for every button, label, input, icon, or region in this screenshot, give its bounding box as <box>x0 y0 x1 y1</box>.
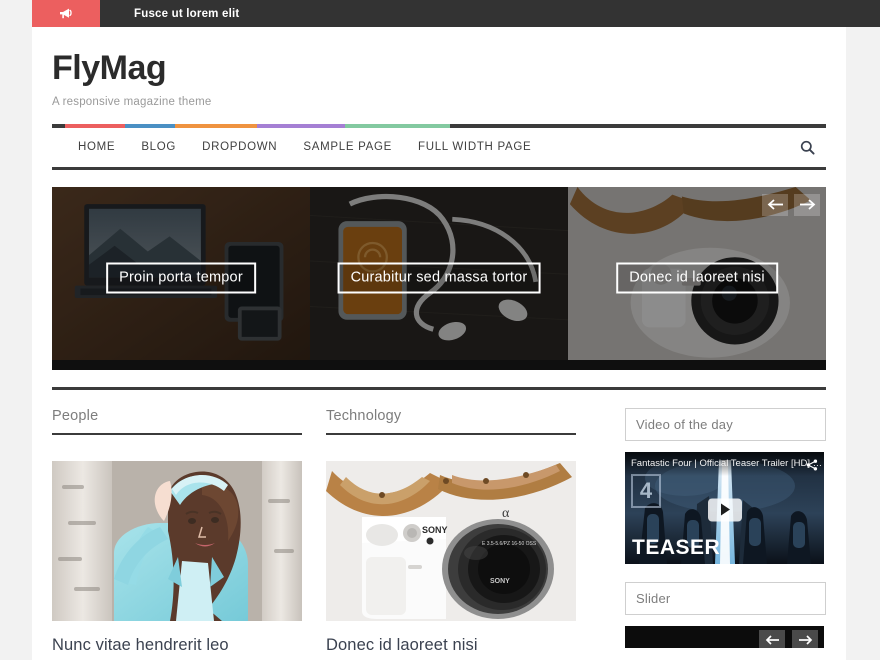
megaphone-icon <box>59 7 74 20</box>
flymag-page: Fusce ut lorem elit FlyMag A responsive … <box>0 0 880 660</box>
widget-video-of-the-day: Video of the day <box>625 408 826 564</box>
sidebar-slider-navigation <box>759 630 818 648</box>
post-card-people[interactable]: Nunc vitae hendrerit leo <box>52 461 302 660</box>
widget-body-slider <box>625 626 826 648</box>
widget-body-video: 4 Fantastic Four | Official Teaser Trail… <box>625 452 826 564</box>
announcement-text: Fusce ut lorem elit <box>100 0 239 27</box>
main-navigation: HOMEBLOGDROPDOWNSAMPLE PAGEFULL WIDTH PA… <box>52 128 826 170</box>
arrow-left-icon <box>765 635 780 645</box>
sidebar-slider[interactable] <box>625 626 824 648</box>
sidebar-slider-next-button[interactable] <box>792 630 818 648</box>
slide-2-caption[interactable]: Curabitur sed massa tortor <box>338 263 541 294</box>
sidebar-slider-prev-button[interactable] <box>759 630 785 648</box>
announcement-badge[interactable] <box>32 0 100 27</box>
nav-item-list: HOMEBLOGDROPDOWNSAMPLE PAGEFULL WIDTH PA… <box>52 141 544 153</box>
category-column-people: People <box>52 408 302 660</box>
slider-next-button[interactable] <box>794 194 820 216</box>
site-container: FlyMag A responsive magazine theme HOMEB… <box>32 27 846 660</box>
category-title-technology[interactable]: Technology <box>326 408 576 435</box>
slide-3-caption[interactable]: Donec id laoreet nisi <box>616 263 778 294</box>
post-card-technology[interactable]: SONY α E 3.5-5.6/PZ 16-50 OSS SONY <box>326 461 576 660</box>
slider-navigation <box>762 194 820 216</box>
nav-item-home[interactable]: HOME <box>65 141 128 153</box>
white-sony-camera-photo: SONY α E 3.5-5.6/PZ 16-50 OSS SONY <box>326 461 576 621</box>
nav-item-full-width-page[interactable]: FULL WIDTH PAGE <box>405 141 544 153</box>
post-thumbnail-technology[interactable]: SONY α E 3.5-5.6/PZ 16-50 OSS SONY <box>326 461 576 621</box>
fantastic-four-logo: 4 <box>631 474 661 508</box>
top-notification-bar: Fusce ut lorem elit <box>0 0 880 27</box>
category-columns: People <box>52 408 603 660</box>
play-button[interactable] <box>708 498 742 521</box>
nav-item-sample-page[interactable]: SAMPLE PAGE <box>290 141 405 153</box>
share-button[interactable] <box>806 458 818 476</box>
category-title-people[interactable]: People <box>52 408 302 435</box>
svg-text:SONY: SONY <box>490 578 510 585</box>
slide-1-caption[interactable]: Proin porta tempor <box>106 263 256 294</box>
share-icon <box>806 459 818 471</box>
post-thumbnail-people[interactable] <box>52 461 302 621</box>
main-body: People <box>32 408 846 660</box>
svg-text:SONY: SONY <box>422 525 448 535</box>
arrow-left-icon <box>767 199 784 210</box>
post-title-people[interactable]: Nunc vitae hendrerit leo <box>52 636 302 655</box>
content-divider-rule <box>52 387 826 390</box>
svg-text:α: α <box>502 506 510 521</box>
category-column-technology: Technology <box>326 408 576 660</box>
slider-prev-button[interactable] <box>762 194 788 216</box>
widget-slider: Slider <box>625 582 826 648</box>
teaser-overlay-text: TEASER <box>632 536 720 560</box>
featured-slider[interactable]: Proin porta tempor <box>52 187 826 370</box>
youtube-embed[interactable]: 4 Fantastic Four | Official Teaser Trail… <box>625 452 824 564</box>
search-toggle-button[interactable] <box>794 134 820 160</box>
topbar-left-gutter <box>0 0 32 27</box>
arrow-right-icon <box>799 199 816 210</box>
nav-item-dropdown[interactable]: DROPDOWN <box>189 141 290 153</box>
navigation-wrapper: HOMEBLOGDROPDOWNSAMPLE PAGEFULL WIDTH PA… <box>52 124 826 170</box>
widget-title-video: Video of the day <box>625 408 826 441</box>
arrow-right-icon <box>798 635 813 645</box>
site-tagline: A responsive magazine theme <box>52 96 826 108</box>
nav-item-blog[interactable]: BLOG <box>128 141 189 153</box>
svg-text:E 3.5-5.6/PZ 16-50 OSS: E 3.5-5.6/PZ 16-50 OSS <box>482 541 537 547</box>
post-title-technology[interactable]: Donec id laoreet nisi <box>326 636 576 655</box>
sidebar: Video of the day <box>625 408 826 660</box>
woman-portrait-photo <box>52 461 302 621</box>
masthead: FlyMag A responsive magazine theme <box>32 27 846 124</box>
search-icon <box>800 140 815 155</box>
widget-title-slider: Slider <box>625 582 826 615</box>
slide-2[interactable]: Curabitur sed massa tortor <box>310 187 568 370</box>
youtube-video-title[interactable]: Fantastic Four | Official Teaser Trailer… <box>625 452 824 476</box>
site-title[interactable]: FlyMag <box>52 51 826 87</box>
slide-1[interactable]: Proin porta tempor <box>52 187 310 370</box>
